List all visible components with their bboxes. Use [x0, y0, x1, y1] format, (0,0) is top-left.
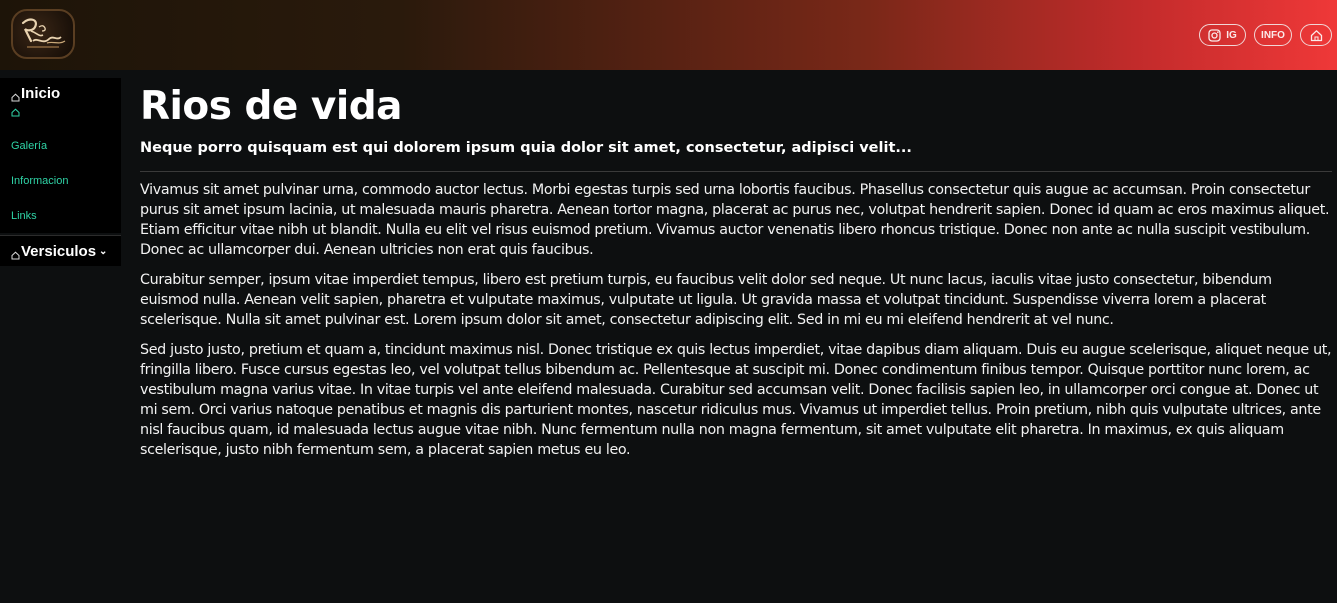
home-icon — [11, 108, 20, 120]
sidebar-section-inicio: Inicio Galería Informacion Links — [0, 78, 121, 233]
chevron-down-icon: ⌄ — [99, 245, 108, 257]
home-icon — [11, 247, 20, 259]
sidebar-item-label: Versiculos — [21, 242, 97, 260]
top-header: IG INFO — [0, 0, 1337, 70]
sidebar: Inicio Galería Informacion Links Versicu… — [0, 78, 121, 603]
sidebar-item-informacion[interactable]: Informacion — [0, 163, 121, 198]
page-title: Rios de vida — [140, 84, 402, 129]
paragraph: Curabitur semper, ipsum vitae imperdiet … — [140, 272, 1272, 328]
sidebar-item-label: Inicio — [21, 84, 61, 102]
paragraph: Sed justo justo, pretium et quam a, tinc… — [140, 342, 1332, 458]
home-icon — [11, 89, 20, 101]
sidebar-item-home[interactable] — [0, 108, 121, 128]
sidebar-item-inicio[interactable]: Inicio — [0, 78, 121, 108]
main-content: Rios de vida Neque porro quisquam est qu… — [140, 82, 1332, 470]
sidebar-section-versiculos: Versiculos ⌄ — [0, 236, 121, 266]
instagram-button[interactable]: IG — [1199, 24, 1246, 46]
instagram-label: IG — [1226, 29, 1237, 41]
page-subtitle: Neque porro quisquam est qui dolorem ips… — [140, 140, 912, 156]
instagram-icon — [1208, 28, 1221, 42]
logo[interactable] — [11, 9, 75, 59]
divider — [140, 171, 1332, 172]
sidebar-item-links[interactable]: Links — [0, 198, 121, 233]
info-button[interactable]: INFO — [1254, 24, 1292, 46]
sidebar-item-galeria[interactable]: Galería — [0, 128, 121, 163]
paragraph: Vivamus sit amet pulvinar urna, commodo … — [140, 182, 1330, 258]
home-icon — [1310, 29, 1323, 42]
info-label: INFO — [1261, 29, 1285, 41]
sidebar-item-versiculos[interactable]: Versiculos ⌄ — [0, 236, 121, 266]
home-button[interactable] — [1300, 24, 1332, 46]
